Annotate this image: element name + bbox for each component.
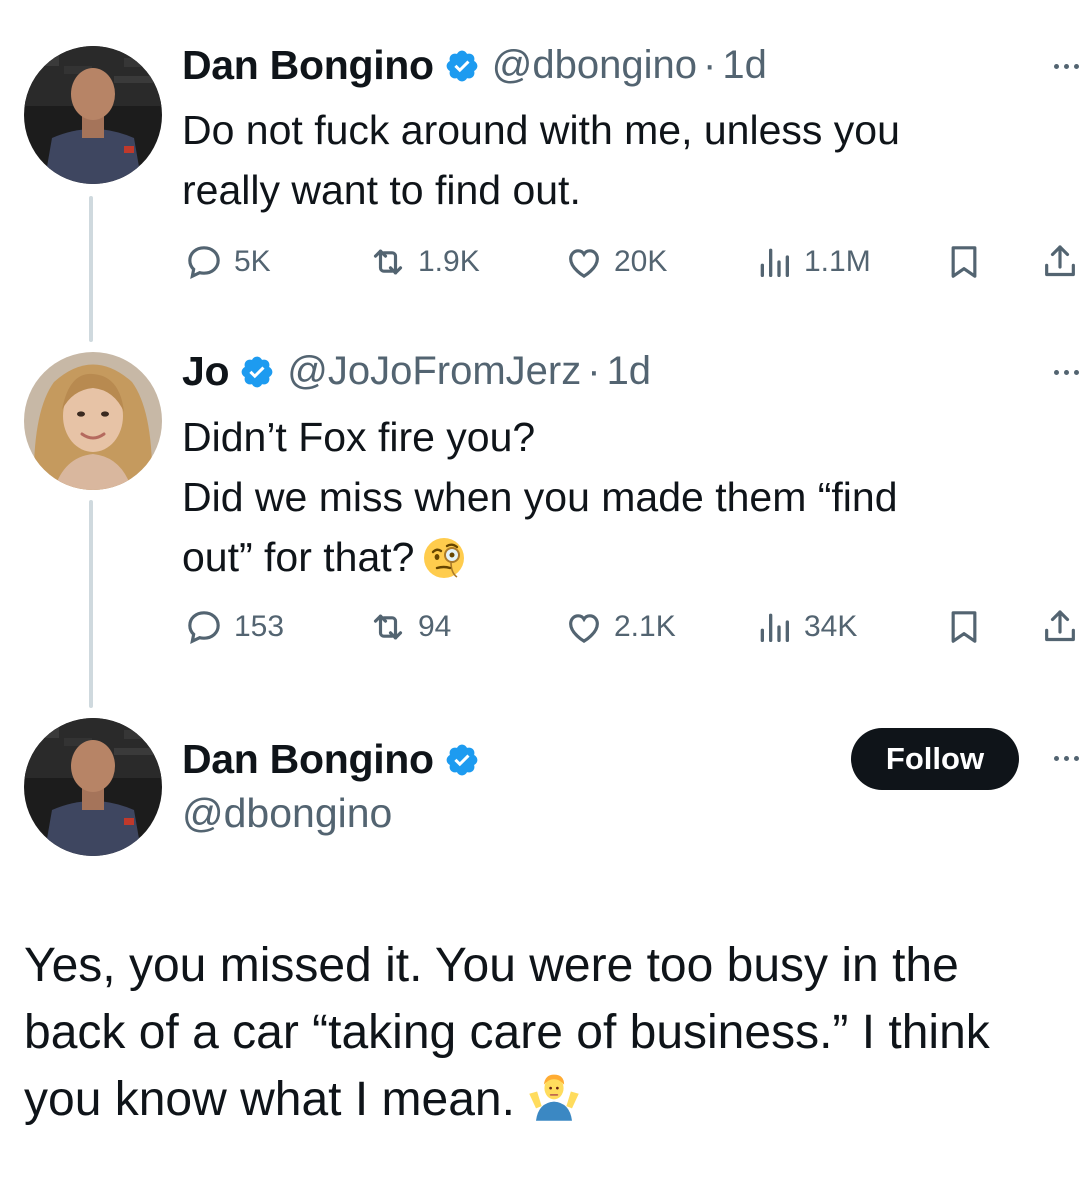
separator: ·	[587, 349, 601, 393]
repost-button[interactable]: 94	[368, 607, 451, 647]
tweet-text-line: out” for that?	[182, 527, 898, 587]
author-name[interactable]: Dan Bongino	[182, 736, 434, 783]
like-button[interactable]: 2.1K	[564, 607, 676, 647]
like-count: 20K	[614, 245, 668, 278]
separator: ·	[703, 43, 717, 87]
tweet-text-line-part: out” for that?	[182, 534, 415, 580]
main-tweet-text: Yes, you missed it. You were too busy in…	[24, 932, 990, 1133]
reply-button[interactable]: 5K	[184, 242, 271, 282]
timestamp[interactable]: 1d	[607, 349, 652, 394]
share-button[interactable]	[1040, 242, 1080, 282]
bookmark-button[interactable]	[944, 242, 984, 282]
tweet-text-line: Yes, you missed it. You were too busy in…	[24, 939, 959, 992]
reply-count: 153	[234, 610, 285, 643]
author-name[interactable]: Dan Bongino	[182, 42, 434, 89]
tweet-text-line: Did we miss when you made them “find	[182, 474, 898, 520]
tweet-text-line: Didn’t Fox fire you?	[182, 414, 536, 460]
views-button[interactable]: 34K	[754, 607, 857, 647]
timestamp[interactable]: 1d	[722, 43, 767, 88]
share-icon	[1045, 610, 1075, 642]
views-button[interactable]: 1.1M	[754, 242, 871, 282]
bookmark-icon	[951, 611, 977, 643]
avatar[interactable]	[24, 46, 162, 184]
views-chart-icon	[760, 613, 789, 642]
author-handle[interactable]: @dbongino	[492, 43, 697, 88]
avatar[interactable]	[24, 718, 162, 856]
views-count: 34K	[804, 610, 858, 643]
bookmark-icon	[951, 246, 977, 278]
reply-icon	[188, 611, 220, 644]
author-handle[interactable]: @JoJoFromJerz	[287, 349, 581, 394]
repost-count: 94	[418, 610, 452, 643]
more-icon[interactable]	[1054, 64, 1079, 69]
more-icon[interactable]	[1054, 370, 1079, 375]
repost-icon	[373, 249, 403, 275]
views-count: 1.1M	[804, 245, 871, 278]
avatar[interactable]	[24, 352, 162, 490]
like-button[interactable]: 20K	[564, 242, 667, 282]
tweet-actions: 153 94 2.1K 34K	[182, 607, 1087, 653]
share-button[interactable]	[1040, 607, 1080, 647]
follow-button[interactable]: Follow	[851, 728, 1019, 790]
thread-connector	[89, 196, 93, 342]
reply-button[interactable]: 153	[184, 607, 284, 647]
repost-count: 1.9K	[418, 245, 480, 278]
man-shrugging-icon	[529, 1074, 579, 1121]
like-count: 2.1K	[614, 610, 676, 643]
reply-count: 5K	[234, 245, 271, 278]
repost-icon	[373, 614, 403, 640]
tweet-text: Do not fuck around with me, unless you r…	[182, 100, 900, 220]
verified-badge-icon	[241, 356, 273, 387]
tweet-text-line: back of a car “taking care of business.”…	[24, 1006, 990, 1059]
thread-connector	[89, 500, 93, 708]
verified-badge-icon	[446, 50, 478, 81]
more-icon[interactable]	[1054, 756, 1079, 761]
tweet-header: Jo @JoJoFromJerz · 1d	[182, 348, 651, 395]
heart-icon	[569, 614, 599, 644]
heart-icon	[569, 249, 599, 279]
share-icon	[1045, 245, 1075, 277]
tweet-text-line: really want to find out.	[182, 167, 581, 213]
reply-icon	[188, 246, 220, 279]
author-handle[interactable]: @dbongino	[182, 790, 392, 837]
face-with-monocle-icon	[424, 538, 465, 578]
tweet-text-line: Do not fuck around with me, unless you	[182, 107, 900, 153]
tweet-text-line: you know what I mean.	[24, 1066, 990, 1133]
tweet-header: Dan Bongino @dbongino · 1d	[182, 42, 767, 89]
views-chart-icon	[760, 248, 789, 277]
tweet-text-line-part: you know what I mean.	[24, 1073, 515, 1126]
bookmark-button[interactable]	[944, 607, 984, 647]
verified-badge-icon	[446, 744, 478, 775]
tweet-actions: 5K 1.9K 20K 1.1M	[182, 242, 1087, 288]
author-name[interactable]: Jo	[182, 348, 230, 395]
tweet-text: Didn’t Fox fire you? Did we miss when yo…	[182, 407, 898, 587]
repost-button[interactable]: 1.9K	[368, 242, 480, 282]
main-tweet-header: Dan Bongino	[182, 736, 492, 783]
